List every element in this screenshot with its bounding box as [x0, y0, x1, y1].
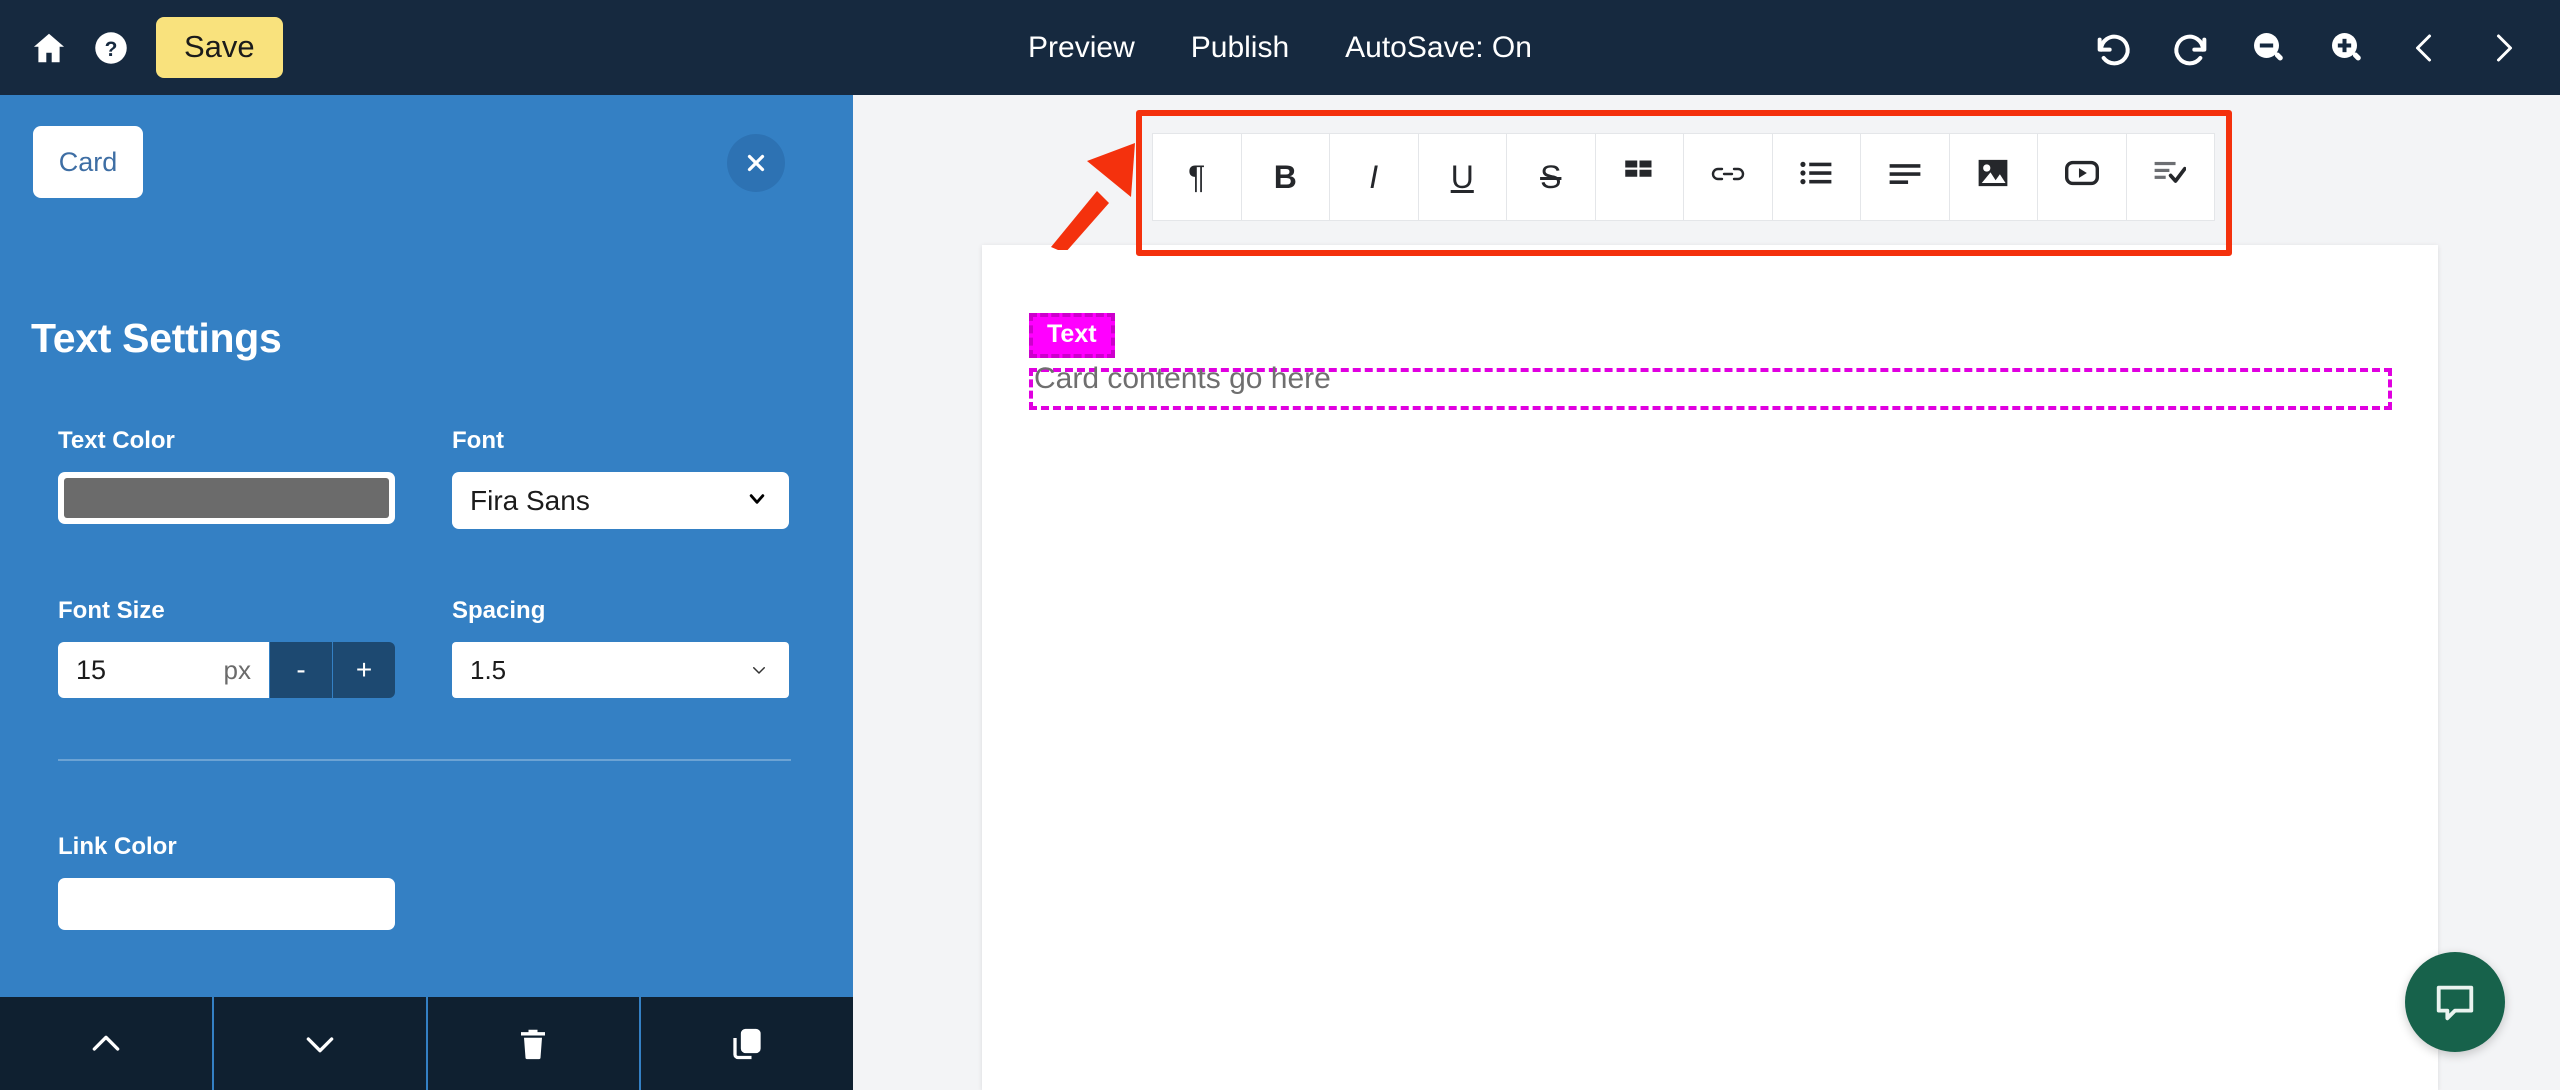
move-up-button[interactable]	[0, 997, 214, 1090]
top-bar-left-group: ? Save	[0, 17, 283, 79]
card-sheet: Card contents go here Text	[982, 245, 2438, 1090]
bold-icon: B	[1273, 158, 1297, 195]
underline-icon: U	[1450, 158, 1474, 195]
font-size-unit: px	[223, 654, 251, 685]
font-select[interactable]: Fira Sans	[452, 472, 789, 529]
link-color-swatch	[64, 884, 389, 924]
font-size-decrement-button[interactable]: -	[269, 642, 332, 698]
text-element-badge: Text	[1029, 313, 1115, 358]
italic-icon: I	[1369, 158, 1379, 195]
delete-button[interactable]	[428, 997, 642, 1090]
autosave-status[interactable]: AutoSave: On	[1345, 31, 1532, 65]
chevron-right-icon[interactable]	[2476, 21, 2530, 75]
move-down-button[interactable]	[214, 997, 428, 1090]
paragraph-icon: ¶	[1188, 158, 1206, 195]
card-placeholder-text[interactable]: Card contents go here	[1034, 362, 1331, 396]
rich-text-editor-toolbar: ¶ B I U S	[1152, 133, 2215, 221]
tab-card[interactable]: Card	[33, 126, 143, 198]
close-icon[interactable]	[727, 134, 785, 192]
bullet-list-button[interactable]	[1773, 134, 1861, 220]
link-color-label: Link Color	[58, 833, 177, 860]
chat-bubble-icon[interactable]	[2405, 952, 2505, 1052]
video-icon	[2064, 160, 2099, 194]
font-size-label: Font Size	[58, 597, 165, 624]
field-spacing: Spacing 1.5	[452, 597, 797, 698]
field-font: Font Fira Sans	[452, 427, 797, 529]
align-left-icon	[1889, 160, 1921, 194]
sidebar-action-bar	[0, 995, 853, 1090]
spellcheck-button[interactable]	[2127, 134, 2215, 220]
strikethrough-button[interactable]: S	[1507, 134, 1596, 220]
field-font-size: Font Size 15 px - +	[58, 597, 403, 698]
top-bar-right-group	[2086, 0, 2530, 95]
link-icon	[1711, 160, 1745, 194]
spacing-select-value: 1.5	[470, 654, 507, 685]
spellcheck-icon	[2154, 160, 2187, 194]
align-left-button[interactable]	[1861, 134, 1950, 220]
image-button[interactable]	[1950, 134, 2038, 220]
strikethrough-icon: S	[1540, 158, 1562, 195]
page-title: Text Settings	[31, 315, 282, 361]
save-button[interactable]: Save	[156, 17, 283, 78]
home-icon[interactable]	[18, 17, 80, 79]
font-size-value: 15	[76, 654, 107, 685]
image-icon	[1978, 159, 2008, 195]
table-icon	[1624, 159, 1654, 195]
bold-button[interactable]: B	[1242, 134, 1330, 220]
field-link-color: Link Color	[58, 833, 403, 930]
text-color-label: Text Color	[58, 427, 175, 454]
underline-button[interactable]: U	[1419, 134, 1507, 220]
link-button[interactable]	[1684, 134, 1773, 220]
undo-icon[interactable]	[2086, 21, 2140, 75]
field-text-color: Text Color	[58, 427, 403, 524]
font-size-input[interactable]: 15 px	[58, 642, 269, 698]
text-color-input[interactable]	[58, 472, 395, 524]
top-bar: ? Save Preview Publish AutoSave: On	[0, 0, 2560, 95]
paragraph-button[interactable]: ¶	[1153, 134, 1242, 220]
chevron-left-icon[interactable]	[2398, 21, 2452, 75]
font-select-value: Fira Sans	[470, 484, 590, 516]
spacing-select[interactable]: 1.5	[452, 642, 789, 698]
svg-text:?: ?	[105, 37, 118, 60]
table-button[interactable]	[1596, 134, 1684, 220]
settings-sidebar: Card Text Settings Text Color Font Fira …	[0, 95, 853, 995]
help-circle-icon[interactable]: ?	[80, 17, 142, 79]
font-size-increment-button[interactable]: +	[332, 642, 395, 698]
bullet-list-icon	[1800, 160, 1832, 194]
section-divider	[58, 759, 791, 761]
chevron-down-icon	[743, 485, 771, 516]
chevron-down-icon	[747, 655, 771, 686]
zoom-in-icon[interactable]	[2320, 21, 2374, 75]
zoom-out-icon[interactable]	[2242, 21, 2296, 75]
text-color-swatch	[64, 478, 389, 518]
italic-button[interactable]: I	[1330, 134, 1419, 220]
redo-icon[interactable]	[2164, 21, 2218, 75]
font-size-stepper: 15 px - +	[58, 642, 395, 698]
duplicate-button[interactable]	[641, 997, 853, 1090]
video-button[interactable]	[2038, 134, 2127, 220]
publish-link[interactable]: Publish	[1191, 31, 1289, 65]
font-label: Font	[452, 427, 504, 454]
canvas-area: Card contents go here Text	[853, 95, 2560, 1090]
link-color-input[interactable]	[58, 878, 395, 930]
spacing-label: Spacing	[452, 597, 546, 624]
preview-link[interactable]: Preview	[1028, 31, 1135, 65]
